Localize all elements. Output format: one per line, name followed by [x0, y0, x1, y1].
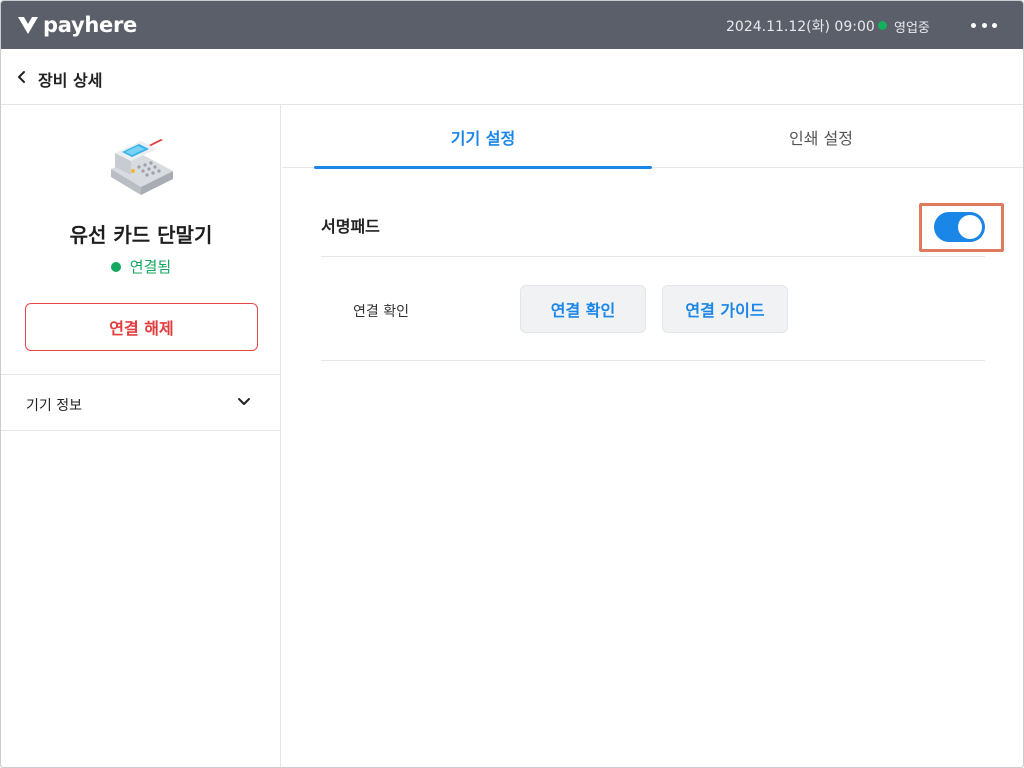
tab-device-settings[interactable]: 기기 설정	[314, 105, 652, 169]
device-info-label: 기기 정보	[26, 398, 82, 414]
disconnect-button[interactable]: 연결 해제	[25, 303, 258, 351]
toggle-knob	[958, 215, 982, 239]
page-header: 장비 상세	[1, 49, 1023, 105]
payhere-logo: payhere	[17, 11, 137, 39]
device-info-accordion[interactable]: 기기 정보	[1, 374, 281, 431]
signpad-setting-row: 서명패드	[321, 201, 985, 257]
tab-print-settings[interactable]: 인쇄 설정	[652, 105, 990, 168]
settings-tabs: 기기 설정 인쇄 설정	[282, 105, 1023, 169]
logo-mark-icon	[18, 17, 38, 34]
signpad-toggle[interactable]	[934, 212, 985, 242]
connection-status-text: 연결됨	[129, 258, 172, 276]
device-summary-panel: 유선 카드 단말기 연결됨 연결 해제 기기 정보	[1, 105, 281, 767]
top-bar: payhere 2024.11.12(화) 09:00 영업중	[1, 1, 1023, 49]
card-terminal-icon	[111, 139, 173, 195]
store-status-dot-icon	[878, 21, 887, 30]
store-status: 영업중	[894, 21, 930, 36]
connection-guide-button[interactable]: 연결 가이드	[662, 285, 788, 333]
datetime: 2024.11.12(화) 09:00	[726, 19, 875, 35]
signpad-label: 서명패드	[321, 217, 380, 236]
connection-status: 연결됨	[1, 256, 281, 277]
chevron-down-icon	[238, 398, 250, 405]
settings-panel: 기기 설정 인쇄 설정 서명패드 연결 확인 연결 확인 연결 가이드	[282, 105, 1023, 767]
app-window: payhere 2024.11.12(화) 09:00 영업중 장비 상세 유선…	[0, 0, 1024, 768]
logo-text: payhere	[43, 13, 137, 37]
connection-check-label: 연결 확인	[353, 304, 409, 320]
page-title: 장비 상세	[38, 71, 103, 90]
check-connection-button[interactable]: 연결 확인	[520, 285, 646, 333]
chevron-left-icon[interactable]	[15, 69, 29, 85]
device-name: 유선 카드 단말기	[69, 223, 213, 247]
connection-check-row: 연결 확인 연결 확인 연결 가이드	[321, 257, 985, 361]
connected-dot-icon	[110, 261, 121, 272]
more-horizontal-icon[interactable]	[971, 15, 997, 35]
